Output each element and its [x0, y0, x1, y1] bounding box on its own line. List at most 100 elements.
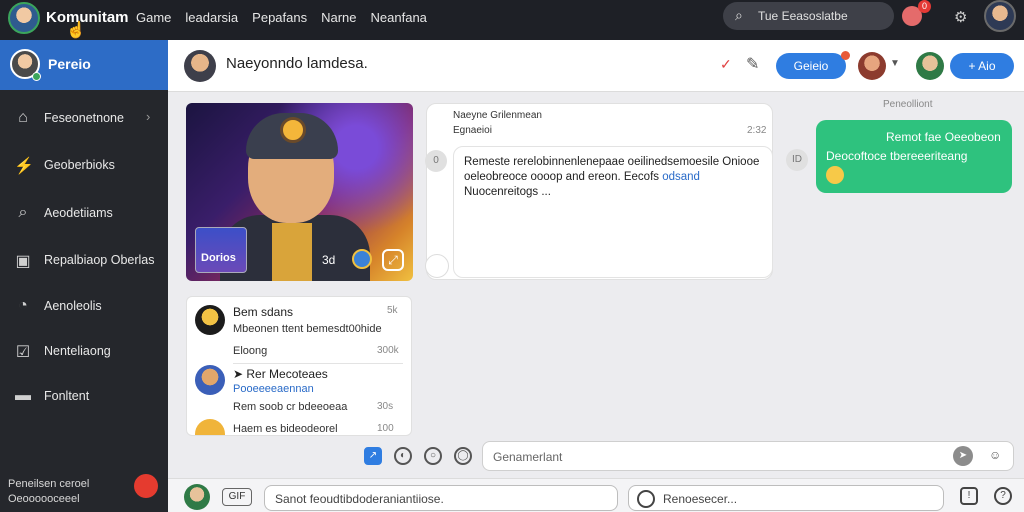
sidebar: Pereio ⌂ Feseonetnone › ⚡ Geoberbioks ⌕ …	[0, 40, 168, 512]
more-icon[interactable]: ◯	[454, 447, 472, 465]
smile-emoji-icon	[826, 166, 844, 184]
message-badge[interactable]: 0	[425, 150, 447, 172]
message-tail	[425, 254, 449, 278]
sidebar-item-gallery[interactable]: ▣ Repalbiaop Oberlas	[0, 242, 168, 278]
search-icon: ⌕	[735, 7, 743, 23]
message-sender: Naeyne Grilenmean	[453, 110, 542, 121]
top-search-box[interactable]: ⌕ Tue Eeasoslatbe	[723, 2, 894, 30]
sidebar-item-label: Feseonetnone	[44, 111, 124, 125]
add-button[interactable]: + Aio	[950, 53, 1014, 79]
sidebar-item-games[interactable]: ⚡ Geoberbioks	[0, 147, 168, 183]
edit-icon[interactable]: ✎	[746, 54, 759, 74]
like-icon[interactable]: ◐	[394, 447, 412, 465]
send-icon[interactable]: ➤	[953, 446, 973, 466]
message-composer-input[interactable]: Sanot feoudtibdoderaniantiiose.	[264, 485, 618, 511]
top-nav-item[interactable]: Neanfana	[371, 10, 427, 25]
message-bubble: Remeste rerelobinnenlenepaae oeilinedsem…	[453, 146, 773, 278]
read-label: Peneolliont	[883, 99, 933, 110]
brand-name[interactable]: Komunitam	[46, 9, 129, 26]
comment-avatar	[195, 419, 225, 435]
composer-text: Sanot feoudtibdoderaniantiiose.	[275, 492, 444, 506]
comment-sub-time: 30s	[377, 401, 394, 412]
top-nav-item[interactable]: Pepafans	[252, 10, 307, 25]
character-shirt	[272, 223, 312, 281]
comment-text: Haem es bideodeorel	[233, 423, 338, 435]
comment-name: Bem sdans	[233, 305, 294, 319]
message-body: Remeste rerelobinnenlenepaae oeilinedsem…	[464, 156, 760, 183]
checkmark-icon: ✓	[720, 56, 732, 72]
sidebar-footer: Peneilsen ceroel Oeoooooceeel	[8, 477, 89, 507]
reply-line: Deocoftoce tbereeeriteang	[826, 149, 968, 163]
top-nav-item[interactable]: Game	[136, 10, 171, 25]
comment-placeholder: Genamerlant	[493, 450, 563, 464]
comment-sub-time: 100	[377, 423, 394, 434]
emoji-icon[interactable]: ☺	[989, 448, 1001, 462]
attachment-icon[interactable]	[637, 490, 655, 508]
sidebar-profile[interactable]: Pereio	[0, 40, 168, 90]
help-icon[interactable]: ?	[994, 487, 1012, 505]
top-nav-item[interactable]: Narne	[321, 10, 356, 25]
image-control-label[interactable]: 3d	[322, 253, 335, 267]
composer-avatar[interactable]	[184, 484, 210, 510]
clock-icon: ◔	[18, 297, 28, 314]
logo-avatar[interactable]	[8, 2, 40, 34]
comment-avatar	[195, 305, 225, 335]
image-tag[interactable]: Dorios	[195, 227, 247, 273]
sidebar-item-search[interactable]: ⌕ Aeodetiiams	[0, 195, 168, 231]
image-tag-label: Dorios	[201, 252, 236, 264]
comment-link[interactable]: Pooeeeeaennan	[233, 383, 314, 395]
user-avatar[interactable]	[984, 0, 1016, 32]
mouse-cursor-icon: ☝	[66, 22, 86, 39]
reply-bubble: Remot fae Oeeobeon Deocoftoce tbereeerit…	[816, 120, 1012, 193]
comment-avatar	[195, 365, 225, 395]
message-body-text: Remeste rerelobinnenlenepaae oeilinedsem…	[464, 155, 764, 200]
member-avatar[interactable]	[858, 52, 886, 80]
share-icon[interactable]: ↗	[364, 447, 382, 465]
comment-name: ➤ Rer Mecoteaes	[233, 367, 328, 381]
gif-button[interactable]: GIF	[222, 488, 252, 506]
chat-header: Naeyonndo lamdesa. ✓ ✎ Geieio ▼ + Aio	[168, 40, 1024, 92]
comment-sub: Rem soob cr bdeeoeaa	[233, 401, 348, 413]
folder-icon: ▬	[15, 387, 31, 404]
member-avatar[interactable]	[916, 52, 944, 80]
sidebar-item-files[interactable]: ▬ Fonltent	[0, 378, 168, 414]
bottom-bar: GIF Sanot feoudtibdoderaniantiiose. Reno…	[168, 478, 1024, 512]
top-nav-item[interactable]: leadarsia	[185, 10, 238, 25]
sidebar-item-label: Fonltent	[44, 389, 90, 403]
reply-badge[interactable]: ID	[786, 149, 808, 171]
sidebar-item-label: Repalbiaop Oberlas	[44, 253, 155, 267]
comment-icon[interactable]: ○	[424, 447, 442, 465]
bolt-icon: ⚡	[14, 158, 34, 175]
sidebar-item-home[interactable]: ⌂ Feseonetnone ›	[0, 100, 168, 136]
comment-input[interactable]: Genamerlant ➤ ☺	[482, 441, 1014, 471]
status-pill-button[interactable]: Geieio	[776, 53, 846, 79]
record-button[interactable]	[134, 474, 158, 498]
comment-name-text: Rer Mecoteaes	[246, 367, 328, 381]
comment-sub-time: 300k	[377, 345, 399, 356]
sidebar-item-label: Geoberbioks	[44, 158, 115, 172]
online-indicator	[32, 72, 41, 81]
chevron-down-icon[interactable]: ▼	[890, 58, 900, 69]
sidebar-item-activity[interactable]: ◔ Aenoleolis	[0, 288, 168, 324]
globe-icon[interactable]	[352, 249, 372, 269]
profile-name: Pereio	[48, 56, 91, 72]
top-nav: Game leadarsia Pepafans Narne Neanfana	[136, 10, 427, 25]
shared-image[interactable]: Dorios 3d ⤢	[186, 103, 413, 281]
sidebar-footer-line: Peneilsen ceroel	[8, 478, 90, 490]
image-icon: ▣	[15, 253, 31, 270]
secondary-composer-input[interactable]: Renoesecer...	[628, 485, 944, 511]
comment-list: Bem sdans 5k Mbeonen ttent bemesdt00hide…	[186, 296, 412, 436]
chat-title: Naeyonndo lamdesa.	[226, 55, 368, 72]
helmet-lamp	[280, 117, 306, 143]
sidebar-footer-line: Oeoooooceeel	[8, 493, 80, 505]
reply-line: Remot fae Oeeobeon	[886, 130, 1001, 144]
message-link[interactable]: odsand	[662, 171, 700, 183]
expand-icon[interactable]: ⤢	[382, 249, 404, 271]
settings-icon[interactable]: ⚙	[954, 8, 967, 26]
comment-sub: Eloong	[233, 345, 268, 357]
sidebar-item-label: Aenoleolis	[44, 299, 102, 313]
sidebar-item-tasks[interactable]: ☑ Nenteliaong	[0, 333, 168, 369]
chat-avatar[interactable]	[184, 50, 216, 82]
alert-icon[interactable]: !	[960, 487, 978, 505]
add-button-label: Aio	[978, 59, 996, 73]
